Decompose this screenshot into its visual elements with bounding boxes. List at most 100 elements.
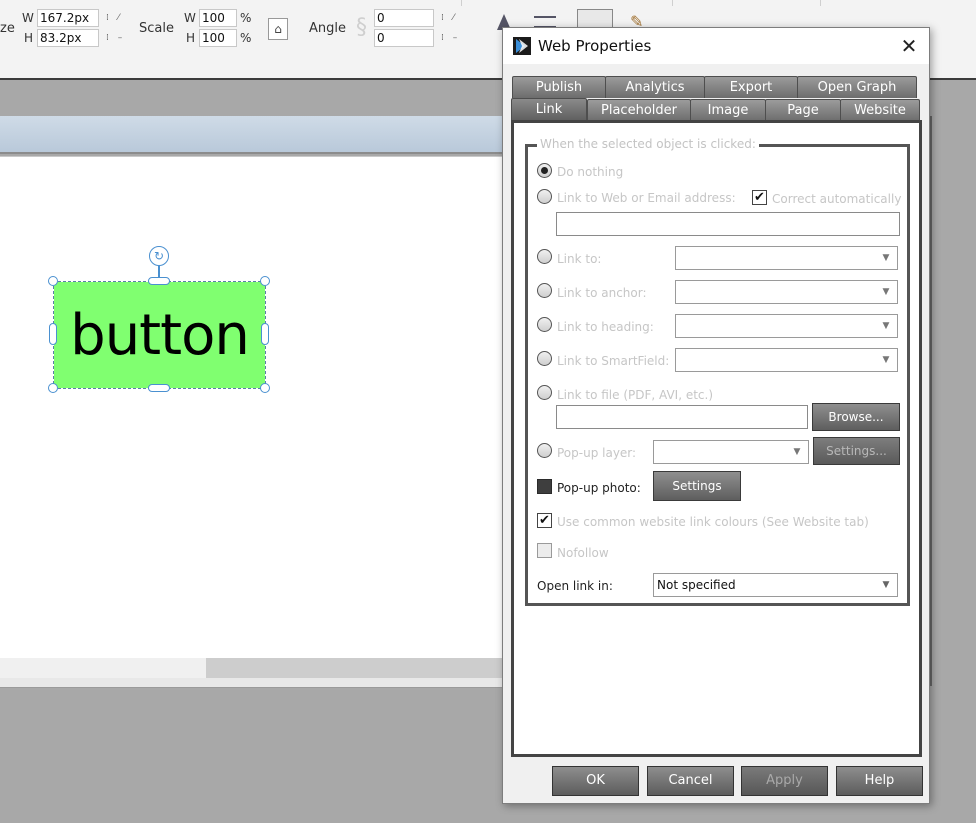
link-anchor-label: Link to anchor: [557, 286, 647, 300]
link-heading-select[interactable]: ▼ [675, 314, 898, 338]
nofollow-label: Nofollow [557, 546, 609, 560]
resize-handle-left[interactable] [49, 323, 57, 345]
link-anchor-select[interactable]: ▼ [675, 280, 898, 304]
radio-link-smartfield[interactable] [537, 351, 552, 366]
rotate-handle-icon[interactable]: ↻ [149, 246, 169, 266]
chevron-down-icon: ▼ [882, 580, 890, 590]
angle-input-2[interactable]: 0 [374, 29, 434, 47]
scale-height-label: H [186, 31, 196, 45]
resize-handle-top-left[interactable] [48, 276, 58, 286]
resize-handle-bottom-right[interactable] [260, 383, 270, 393]
scale-height-percent: % [240, 31, 252, 45]
tab-placeholder[interactable]: Placeholder [587, 99, 691, 121]
resize-handle-top[interactable] [148, 277, 170, 285]
chevron-down-icon: ▼ [882, 355, 890, 365]
dialog-title-bar[interactable]: Web Properties ✕ [503, 28, 929, 64]
radio-popup-layer[interactable] [537, 443, 552, 458]
popup-layer-select[interactable]: ▼ [653, 440, 809, 464]
radio-link-file[interactable] [537, 385, 552, 400]
radio-link-to[interactable] [537, 249, 552, 264]
angle-spinner-icon-2[interactable]: ⁞ – [441, 33, 460, 43]
chevron-down-icon: ▼ [882, 287, 890, 297]
tab-analytics[interactable]: Analytics [605, 76, 705, 98]
tab-image[interactable]: Image [690, 99, 766, 121]
popup-photo-label: Pop-up photo: [557, 481, 641, 495]
tab-export[interactable]: Export [704, 76, 798, 98]
link-web-label: Link to Web or Email address: [557, 191, 736, 205]
toolbar-separator [820, 0, 821, 6]
link-file-label: Link to file (PDF, AVI, etc.) [557, 388, 714, 402]
correct-automatically-label: Correct automatically [772, 192, 902, 206]
common-link-colours-checkbox[interactable]: ✔ [537, 513, 552, 528]
chevron-down-icon: ▼ [882, 253, 890, 263]
tab-open-graph[interactable]: Open Graph [797, 76, 917, 98]
canvas-bottom-strip [0, 678, 505, 688]
link-tab-panel: When the selected object is clicked: Do … [511, 120, 922, 757]
help-button[interactable]: Help [836, 766, 923, 796]
resize-handle-top-right[interactable] [260, 276, 270, 286]
web-address-input[interactable] [556, 212, 900, 236]
popup-photo-checkbox[interactable] [537, 479, 552, 494]
scale-width-label: W [184, 11, 196, 25]
height-label: H [24, 31, 34, 45]
resize-handle-right[interactable] [261, 323, 269, 345]
width-label: W [22, 11, 34, 25]
canvas-header-bar [0, 116, 505, 154]
tab-link[interactable]: Link [511, 98, 587, 121]
width-input[interactable]: 167.2px [37, 9, 99, 27]
chevron-down-icon: ▼ [793, 447, 801, 457]
angle-input-1[interactable]: 0 [374, 9, 434, 27]
size-label: ze [0, 21, 15, 36]
link-to-label: Link to: [557, 252, 602, 266]
browse-button[interactable]: Browse... [812, 403, 900, 431]
link-heading-label: Link to heading: [557, 320, 654, 334]
common-link-colours-label: Use common website link colours (See Web… [557, 515, 869, 529]
radio-do-nothing[interactable] [537, 163, 552, 178]
close-icon[interactable]: ✕ [895, 32, 923, 60]
radio-link-heading[interactable] [537, 317, 552, 332]
radio-link-anchor[interactable] [537, 283, 552, 298]
cancel-button[interactable]: Cancel [647, 766, 734, 796]
toolbar-separator [672, 0, 673, 6]
web-properties-dialog: Web Properties ✕ Publish Analytics Expor… [502, 27, 930, 804]
height-spinner-icon[interactable]: ⁞ – [106, 33, 125, 43]
correct-automatically-checkbox[interactable]: ✔ [752, 190, 767, 205]
width-spinner-icon[interactable]: ⁞ ⁄ [106, 13, 122, 23]
popup-layer-label: Pop-up layer: [557, 446, 637, 460]
radio-link-web[interactable] [537, 189, 552, 204]
horizontal-scrollbar-thumb[interactable] [206, 658, 505, 678]
scale-width-percent: % [240, 11, 252, 25]
popup-layer-settings-button[interactable]: Settings... [813, 437, 900, 465]
group-title: When the selected object is clicked: [537, 137, 759, 151]
angle-dial-icon: § [356, 15, 367, 40]
scale-label: Scale [139, 21, 174, 36]
angle-spinner-icon-1[interactable]: ⁞ ⁄ [441, 13, 457, 23]
tab-page[interactable]: Page [765, 99, 841, 121]
angle-label: Angle [309, 21, 346, 36]
tab-publish[interactable]: Publish [512, 76, 606, 98]
click-action-group: When the selected object is clicked: Do … [525, 137, 910, 606]
scale-height-input[interactable]: 100 [199, 29, 237, 47]
open-link-in-select[interactable]: Not specified ▼ [653, 573, 898, 597]
toolbar-separator [461, 0, 462, 6]
apply-button[interactable]: Apply [741, 766, 828, 796]
chevron-down-icon: ▼ [882, 321, 890, 331]
link-smartfield-select[interactable]: ▼ [675, 348, 898, 372]
page-canvas[interactable] [0, 156, 505, 658]
app-logo-icon [513, 37, 531, 55]
resize-handle-bottom-left[interactable] [48, 383, 58, 393]
dialog-title: Web Properties [538, 37, 652, 55]
file-path-input[interactable] [556, 405, 808, 429]
open-link-in-label: Open link in: [537, 579, 613, 593]
do-nothing-label: Do nothing [557, 165, 624, 179]
lock-aspect-icon[interactable]: ⌂ [268, 18, 288, 40]
link-smartfield-label: Link to SmartField: [557, 354, 670, 368]
ok-button[interactable]: OK [552, 766, 639, 796]
popup-photo-settings-button[interactable]: Settings [653, 471, 741, 501]
height-input[interactable]: 83.2px [37, 29, 99, 47]
tab-website[interactable]: Website [840, 99, 920, 121]
resize-handle-bottom[interactable] [148, 384, 170, 392]
nofollow-checkbox[interactable] [537, 543, 552, 558]
scale-width-input[interactable]: 100 [199, 9, 237, 27]
link-to-select[interactable]: ▼ [675, 246, 898, 270]
